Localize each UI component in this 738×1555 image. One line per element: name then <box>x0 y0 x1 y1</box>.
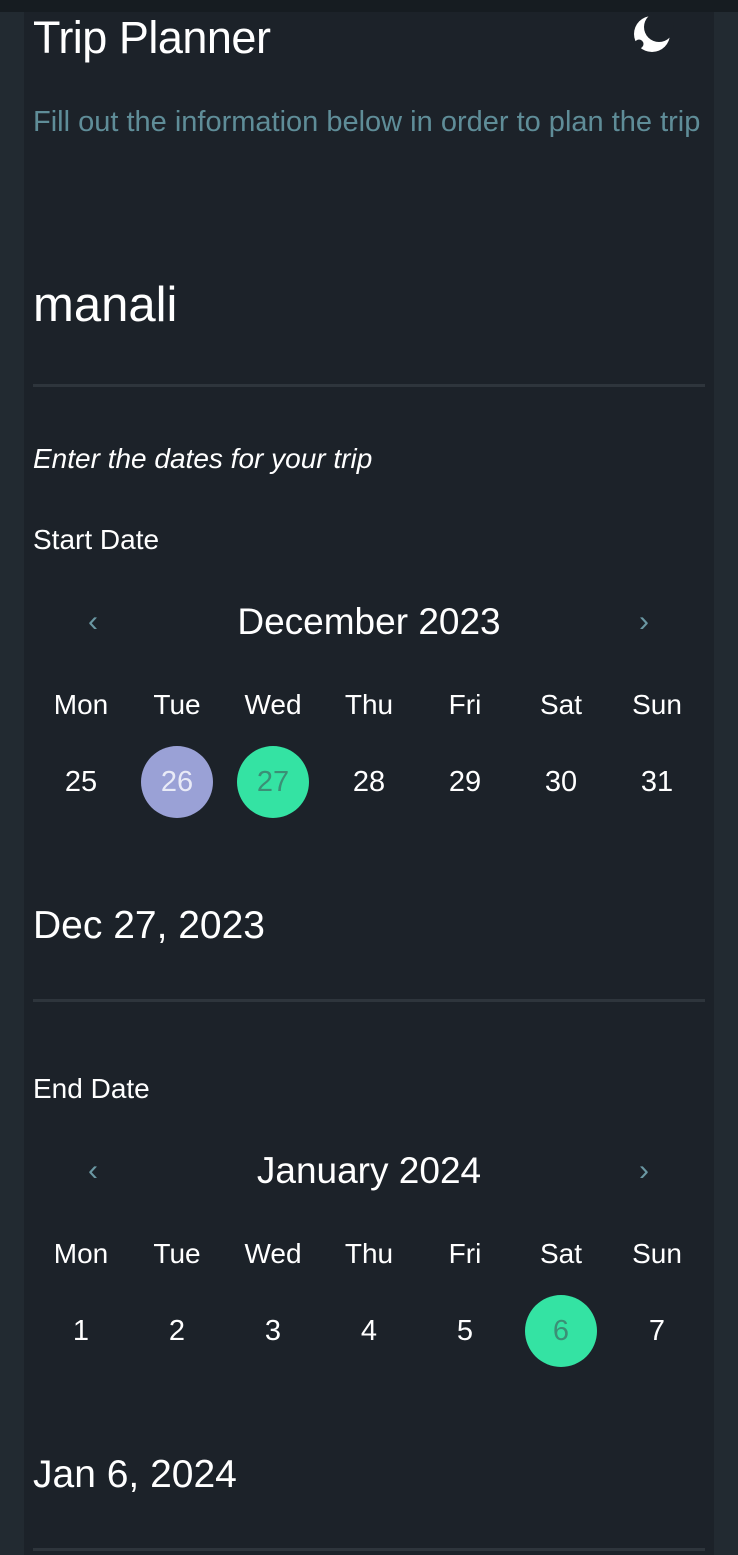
weekday-label: Sun <box>632 1238 682 1269</box>
dates-hint: Enter the dates for your trip <box>33 443 373 474</box>
calendar-day[interactable]: 5 <box>429 1295 501 1367</box>
calendar-day[interactable]: 28 <box>333 746 405 818</box>
end-date-underline <box>33 1548 705 1551</box>
end-calendar-month: January 2024 <box>256 1150 482 1191</box>
weekday-label: Thu <box>344 1238 394 1269</box>
weekday-label: Sat <box>539 1238 583 1269</box>
start-date-underline <box>33 999 705 1002</box>
start-days-row: 25 26 27 28 29 30 31 <box>33 746 705 818</box>
calendar-day-selected[interactable]: 27 <box>237 746 309 818</box>
calendar-day[interactable]: 2 <box>141 1295 213 1367</box>
weekday-label: Sat <box>539 689 583 720</box>
start-weekday-row: Mon Tue Wed Thu Fri Sat Sun <box>33 669 705 741</box>
weekday-label: Tue <box>153 1238 201 1269</box>
calendar-day[interactable]: 3 <box>237 1295 309 1367</box>
weekday-label: Wed <box>244 1238 302 1269</box>
weekday-label: Wed <box>244 689 302 720</box>
page-title: Trip Planner <box>33 12 271 63</box>
weekday-label: Tue <box>153 689 201 720</box>
page-subtitle: Fill out the information below in order … <box>33 106 701 138</box>
calendar-day[interactable]: 29 <box>429 746 501 818</box>
start-calendar-month: December 2023 <box>237 601 501 642</box>
end-date-label: End Date <box>33 1073 150 1104</box>
weekday-label: Thu <box>344 689 394 720</box>
calendar-day-today[interactable]: 26 <box>141 746 213 818</box>
calendar-day-selected[interactable]: 6 <box>525 1295 597 1367</box>
chevron-right-icon[interactable]: › <box>614 592 674 652</box>
calendar-day[interactable]: 7 <box>621 1295 693 1367</box>
status-bar <box>0 0 738 12</box>
moon-icon[interactable] <box>628 14 676 60</box>
calendar-day[interactable]: 25 <box>45 746 117 818</box>
calendar-day[interactable]: 4 <box>333 1295 405 1367</box>
end-weekday-row: Mon Tue Wed Thu Fri Sat Sun <box>33 1218 705 1290</box>
calendar-day[interactable]: 1 <box>45 1295 117 1367</box>
weekday-label: Sun <box>632 689 682 720</box>
destination-underline <box>33 384 705 387</box>
start-date-value: Dec 27, 2023 <box>33 904 266 947</box>
weekday-label: Fri <box>448 1238 482 1269</box>
end-days-row: 1 2 3 4 5 6 7 <box>33 1295 705 1367</box>
weekday-label: Mon <box>53 689 109 720</box>
weekday-label: Mon <box>53 1238 109 1269</box>
calendar-day[interactable]: 31 <box>621 746 693 818</box>
calendar-day[interactable]: 30 <box>525 746 597 818</box>
destination-input[interactable]: manali <box>33 276 177 334</box>
start-calendar-header: ‹ December 2023 › <box>33 592 705 652</box>
chevron-right-icon[interactable]: › <box>614 1141 674 1201</box>
weekday-label: Fri <box>448 689 482 720</box>
end-calendar-header: ‹ January 2024 › <box>33 1141 705 1201</box>
start-date-label: Start Date <box>33 524 160 555</box>
end-date-value: Jan 6, 2024 <box>33 1453 237 1496</box>
